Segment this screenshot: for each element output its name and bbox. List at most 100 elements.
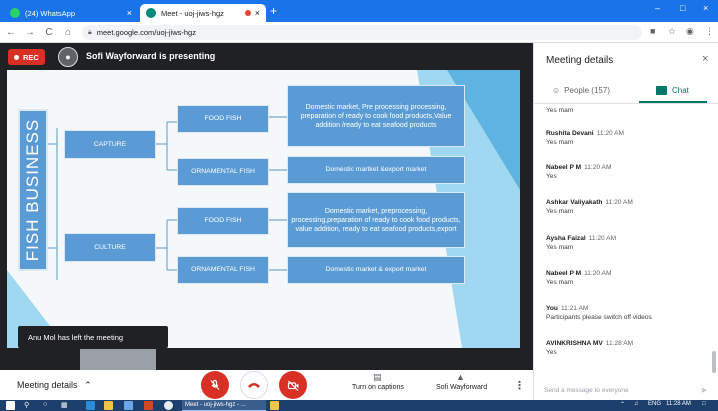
close-panel-button[interactable]: × (702, 53, 708, 65)
message-text: Yes mam (546, 279, 574, 286)
more-options-icon[interactable]: ⋮ (514, 379, 525, 392)
store-icon[interactable] (124, 401, 133, 410)
tab-meet[interactable]: Meet - uoj-jiws-hgz × (140, 4, 266, 22)
reload-button[interactable]: C (41, 27, 57, 38)
meeting-controls: Meeting details ⌃ ▤ Turn on captions ▲ S… (0, 370, 533, 400)
message-text: Yes mam (546, 208, 574, 215)
chat-tab-label: Chat (672, 85, 689, 95)
edge-icon[interactable] (86, 401, 95, 410)
message-sender: Rushita Devani (546, 130, 594, 137)
account-icon[interactable]: ◉ (686, 26, 694, 37)
message-text: Yes (546, 173, 557, 180)
camera-off-icon (287, 380, 298, 391)
tab-people[interactable]: ☺ People (157) (552, 81, 610, 99)
notifications-icon[interactable]: □ (702, 401, 706, 407)
presenter-status: Sofi Wayforward is presenting (86, 51, 216, 61)
powerpoint-icon[interactable] (144, 401, 153, 410)
tab-chat[interactable]: Chat (656, 81, 689, 99)
chrome-icon[interactable] (164, 401, 173, 410)
tab-whatsapp[interactable]: (24) WhatsApp × (4, 4, 138, 22)
slide-title-text: FISH BUSINESS (23, 118, 43, 262)
cortana-icon[interactable]: ○ (43, 401, 47, 408)
maximize-button[interactable]: □ (680, 3, 685, 13)
file-explorer-icon[interactable] (104, 401, 113, 410)
chat-message: Rushita Devani 11:20 AM Yes mam (546, 130, 706, 146)
task-view-icon[interactable]: ▦ (61, 401, 68, 409)
node-ornamental-culture: ORNAMENTAL FISH (177, 256, 269, 284)
folder-icon[interactable] (270, 401, 279, 410)
browser-tab-strip: (24) WhatsApp × Meet - uoj-jiws-hgz × + … (0, 0, 718, 22)
address-bar: ← → C ⌂ 🔒︎ meet.google.com/uoj-jiws-hgz … (0, 22, 718, 43)
mic-toggle-button[interactable] (201, 371, 229, 399)
url-field[interactable]: 🔒︎ meet.google.com/uoj-jiws-hgz (82, 25, 642, 40)
meeting-details-panel: Meeting details × ☺ People (157) Chat Ye… (533, 43, 718, 400)
message-sender: AVINKRISHNA MV (546, 340, 603, 347)
clock[interactable]: 11:28 AM (666, 401, 691, 407)
rec-label: REC (23, 52, 39, 62)
home-button[interactable]: ⌂ (60, 27, 76, 38)
hang-up-icon (248, 383, 260, 388)
message-text: Yes mam (546, 244, 574, 251)
back-button[interactable]: ← (3, 27, 19, 38)
message-text: Yes mam (546, 139, 574, 146)
tab-label: Meet - uoj-jiws-hgz (161, 8, 224, 18)
language-indicator[interactable]: ENG (648, 401, 661, 407)
chevron-up-icon: ⌃ (84, 380, 92, 390)
node-culture-ornamental-desc: Domestic market & export market (287, 256, 465, 284)
presenter-avatar: ● (58, 47, 78, 67)
tray-chevron-icon[interactable]: ⌃ (620, 401, 625, 408)
chat-message: Nabeel P M 11:20 AM Yes mam (546, 270, 706, 286)
leave-call-button[interactable] (240, 371, 268, 399)
meeting-details-button[interactable]: Meeting details ⌃ (17, 380, 92, 391)
self-view-tile (80, 349, 156, 370)
chat-message: Yes mam (546, 105, 706, 114)
windows-taskbar: ⚲ ○ ▦ Meet - uoj-jiws-hgz - ... ⌃ ♫ ENG … (0, 400, 718, 411)
message-time: 11:20 AM (584, 164, 612, 171)
meet-icon (146, 8, 156, 18)
close-tab-icon[interactable]: × (255, 8, 260, 18)
node-culture: CULTURE (64, 233, 156, 262)
captions-label[interactable]: Turn on captions (352, 384, 404, 391)
menu-icon[interactable]: ⋮ (705, 26, 714, 37)
message-text: Yes mam (546, 107, 574, 114)
message-text: Yes (546, 349, 557, 356)
volume-icon[interactable]: ♫ (634, 401, 639, 407)
chat-message: Nabeel P M 11:20 AM Yes (546, 164, 706, 180)
message-time: 11:20 AM (596, 130, 625, 137)
node-capture: CAPTURE (64, 130, 156, 159)
search-icon[interactable]: ⚲ (24, 401, 29, 409)
minimize-button[interactable]: – (655, 3, 660, 13)
recording-dot-icon (14, 54, 19, 60)
whatsapp-icon (10, 8, 20, 18)
message-time: 11:21 AM (560, 305, 589, 312)
windows-start-icon[interactable] (6, 401, 15, 410)
message-text: Participants please switch off videos (546, 314, 652, 321)
message-time: 11:20 AM (588, 235, 617, 242)
camera-toggle-button[interactable] (279, 371, 307, 399)
chat-input[interactable]: Send a message to everyone (544, 387, 629, 394)
captions-icon[interactable]: ▤ (373, 372, 382, 383)
forward-button[interactable]: → (22, 27, 38, 38)
star-icon[interactable]: ☆ (668, 26, 676, 37)
camera-icon[interactable]: ■ (650, 26, 655, 36)
presentation-stage: REC ● Sofi Wayforward is presenting FISH… (0, 43, 533, 370)
present-screen-icon[interactable]: ▲ (456, 372, 465, 382)
chat-message: Ashkar Valiyakath 11:20 AM Yes mam (546, 199, 706, 215)
meeting-details-label: Meeting details (17, 380, 78, 390)
new-tab-button[interactable]: + (270, 4, 277, 18)
chat-scrollbar[interactable] (712, 351, 716, 373)
presenter-label[interactable]: Sofi Wayforward (436, 384, 487, 391)
slide-title: FISH BUSINESS (18, 109, 48, 271)
node-food-fish-culture: FOOD FISH (177, 207, 269, 235)
url-text: meet.google.com/uoj-jiws-hgz (96, 28, 196, 37)
send-icon[interactable]: ➤ (700, 385, 708, 396)
panel-title: Meeting details (546, 55, 614, 66)
left-meeting-toast: Anu Mol has left the meeting (18, 326, 168, 348)
message-sender: You (546, 305, 558, 312)
chat-icon (656, 85, 667, 95)
close-tab-icon[interactable]: × (127, 8, 132, 18)
people-tab-label: People (157) (564, 85, 610, 95)
close-window-button[interactable]: × (703, 3, 708, 13)
tab-label: (24) WhatsApp (25, 8, 76, 18)
taskbar-meet-window[interactable]: Meet - uoj-jiws-hgz - ... (182, 400, 266, 411)
